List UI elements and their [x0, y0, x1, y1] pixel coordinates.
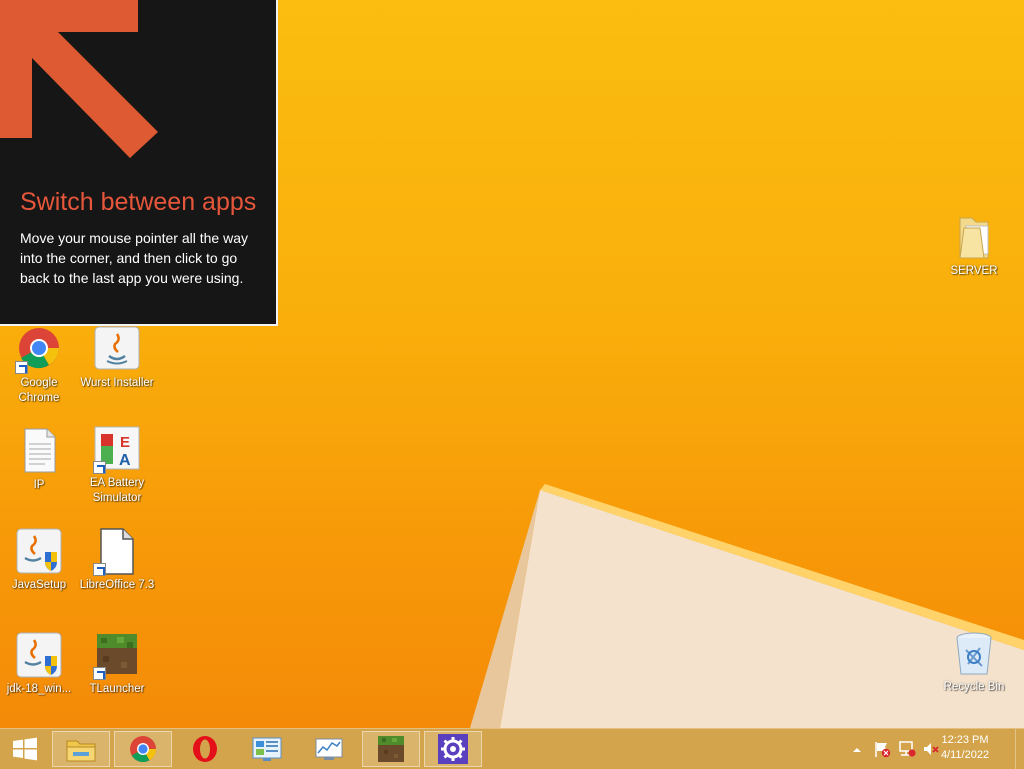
- corner-arrow-icon: [0, 0, 158, 158]
- taskbar-control-panel[interactable]: [238, 731, 296, 767]
- java-setup-icon: [15, 632, 63, 680]
- taskbar-system-monitor[interactable]: [300, 731, 358, 767]
- show-desktop-button[interactable]: [1015, 729, 1024, 769]
- tip-title: Switch between apps: [20, 188, 257, 216]
- folder-icon: [950, 214, 998, 262]
- folder-icon: [66, 740, 96, 762]
- desktop-icon-recycle-bin[interactable]: Recycle Bin: [936, 630, 1012, 695]
- ea-battery-icon: E A: [93, 426, 141, 474]
- minecraft-grass-icon: [93, 632, 141, 680]
- desktop-icon-jdk-18[interactable]: jdk-18_win...: [1, 632, 77, 697]
- icon-label: Recycle Bin: [943, 681, 1005, 693]
- icon-label: Google Chrome: [18, 377, 60, 404]
- icon-label: jdk-18_win...: [6, 683, 72, 695]
- shortcut-arrow-icon: [93, 667, 106, 680]
- desktop-icon-wurst-installer[interactable]: Wurst Installer: [79, 326, 155, 391]
- desktop-icon-google-chrome[interactable]: Google Chrome: [1, 326, 77, 406]
- taskbar-file-explorer[interactable]: [52, 731, 110, 767]
- icon-label: JavaSetup: [11, 579, 67, 591]
- clock[interactable]: 12:23 PM 4/11/2022: [930, 733, 1000, 763]
- svg-text:A: A: [119, 452, 131, 469]
- icon-label: SERVER: [950, 265, 998, 277]
- monitor-icon: [315, 738, 343, 760]
- minecraft-grass-icon: [378, 736, 404, 762]
- clock-date: 4/11/2022: [940, 749, 990, 761]
- text-file-icon: [15, 428, 63, 476]
- icon-label: EA Battery Simulator: [89, 477, 145, 504]
- taskbar-opera[interactable]: [176, 731, 234, 767]
- start-button[interactable]: [0, 731, 50, 767]
- control-panel-icon: [252, 737, 282, 761]
- chrome-icon: [15, 326, 63, 374]
- shortcut-arrow-icon: [93, 563, 106, 576]
- desktop-icon-server-folder[interactable]: SERVER: [936, 214, 1012, 279]
- taskbar-minecraft[interactable]: [362, 731, 420, 767]
- desktop-icon-ea-battery-simulator[interactable]: E A EA Battery Simulator: [79, 426, 155, 506]
- chrome-icon: [130, 736, 157, 763]
- tip-body: Move your mouse pointer all the way into…: [20, 230, 248, 286]
- icon-label: LibreOffice 7.3: [79, 579, 155, 591]
- taskbar-chrome[interactable]: [114, 731, 172, 767]
- desktop-icon-javasetup[interactable]: JavaSetup: [1, 528, 77, 593]
- gear-icon: [438, 734, 468, 764]
- show-hidden-icons-button[interactable]: [850, 742, 864, 756]
- windows-logo-icon: [13, 737, 37, 761]
- libreoffice-icon: [93, 528, 141, 576]
- clock-time: 12:23 PM: [941, 734, 989, 746]
- action-center-icon[interactable]: [873, 740, 891, 758]
- network-icon[interactable]: [898, 740, 916, 758]
- desktop-icon-tlauncher[interactable]: TLauncher: [79, 632, 155, 697]
- recycle-bin-icon: [950, 630, 998, 678]
- taskbar-settings[interactable]: [424, 731, 482, 767]
- java-icon: [93, 326, 141, 374]
- chevron-up-icon: [853, 748, 861, 752]
- icon-label: IP: [33, 479, 45, 491]
- svg-text:E: E: [120, 434, 130, 451]
- taskbar: 12:23 PM 4/11/2022: [0, 728, 1024, 769]
- desktop-icon-libreoffice[interactable]: LibreOffice 7.3: [79, 528, 155, 593]
- shortcut-arrow-icon: [93, 461, 106, 474]
- opera-icon: [193, 736, 217, 762]
- desktop-icon-ip[interactable]: IP: [1, 428, 77, 493]
- icon-label: TLauncher: [89, 683, 145, 695]
- shortcut-arrow-icon: [15, 361, 28, 374]
- switch-apps-tip: Switch between apps Move your mouse poin…: [0, 0, 278, 326]
- java-setup-icon: [15, 528, 63, 576]
- icon-label: Wurst Installer: [80, 377, 154, 389]
- desktop: Switch between apps Move your mouse poin…: [0, 0, 1024, 728]
